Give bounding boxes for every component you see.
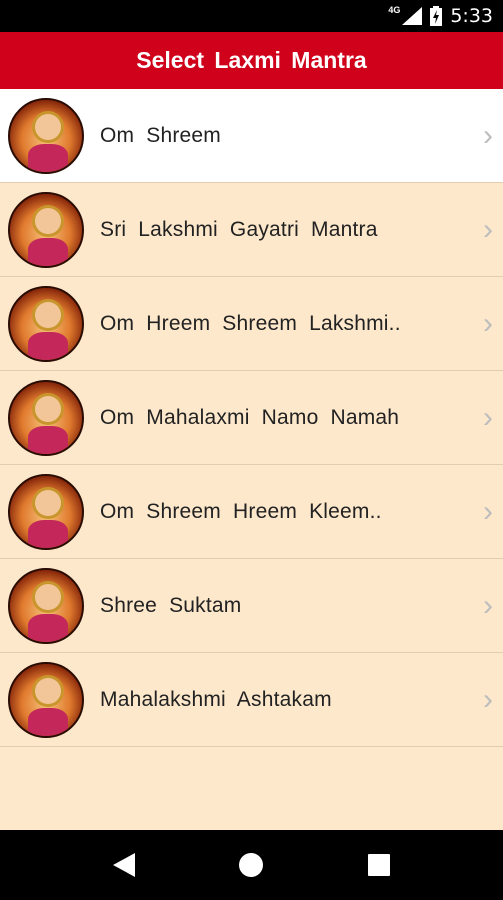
list-item-label: Mahalakshmi Ashtakam xyxy=(100,687,332,711)
lakshmi-avatar xyxy=(8,191,84,268)
list-item[interactable]: Om Shreem Hreem Kleem.. › xyxy=(0,465,503,559)
page-title: Select Laxmi Mantra xyxy=(136,47,367,73)
list-item[interactable]: Om Hreem Shreem Lakshmi.. › xyxy=(0,277,503,371)
signal-icon xyxy=(402,7,423,25)
list-item-label: Om Hreem Shreem Lakshmi.. xyxy=(100,311,401,335)
list-item[interactable]: Shree Suktam › xyxy=(0,559,503,653)
list-item[interactable]: Om Shreem › xyxy=(0,89,503,183)
mantra-list: Om Shreem › Sri Lakshmi Gayatri Mantra ›… xyxy=(0,89,503,747)
network-type-label: 4G xyxy=(388,5,401,15)
lakshmi-avatar xyxy=(8,567,84,644)
navigation-bar xyxy=(0,830,503,900)
status-bar: 4G 5:33 xyxy=(0,0,503,32)
chevron-right-icon: › xyxy=(483,588,493,622)
back-button[interactable] xyxy=(104,845,144,885)
lakshmi-avatar xyxy=(8,473,84,550)
back-icon xyxy=(112,853,135,877)
lakshmi-avatar xyxy=(8,97,84,174)
chevron-right-icon: › xyxy=(483,682,493,716)
list-item-label: Shree Suktam xyxy=(100,593,242,617)
status-time: 5:33 xyxy=(450,5,493,27)
list-item-label: Om Shreem xyxy=(100,123,221,147)
list-item-label: Sri Lakshmi Gayatri Mantra xyxy=(100,217,378,241)
home-icon xyxy=(239,853,264,877)
home-button[interactable] xyxy=(231,845,271,885)
lakshmi-avatar xyxy=(8,661,84,738)
chevron-right-icon: › xyxy=(483,212,493,246)
chevron-right-icon: › xyxy=(483,494,493,528)
recents-icon xyxy=(368,854,391,876)
recents-button[interactable] xyxy=(359,845,399,885)
list-item-label: Om Mahalaxmi Namo Namah xyxy=(100,405,400,429)
list-item[interactable]: Om Mahalaxmi Namo Namah › xyxy=(0,371,503,465)
chevron-right-icon: › xyxy=(483,118,493,152)
status-icons: 4G 5:33 xyxy=(388,0,493,32)
list-item[interactable]: Sri Lakshmi Gayatri Mantra › xyxy=(0,183,503,277)
lakshmi-avatar xyxy=(8,285,84,362)
list-item[interactable]: Mahalakshmi Ashtakam › xyxy=(0,653,503,747)
lakshmi-avatar xyxy=(8,379,84,456)
chevron-right-icon: › xyxy=(483,400,493,434)
battery-charging-icon xyxy=(430,6,443,26)
app-bar: Select Laxmi Mantra xyxy=(0,32,503,89)
chevron-right-icon: › xyxy=(483,306,493,340)
list-item-label: Om Shreem Hreem Kleem.. xyxy=(100,499,382,523)
